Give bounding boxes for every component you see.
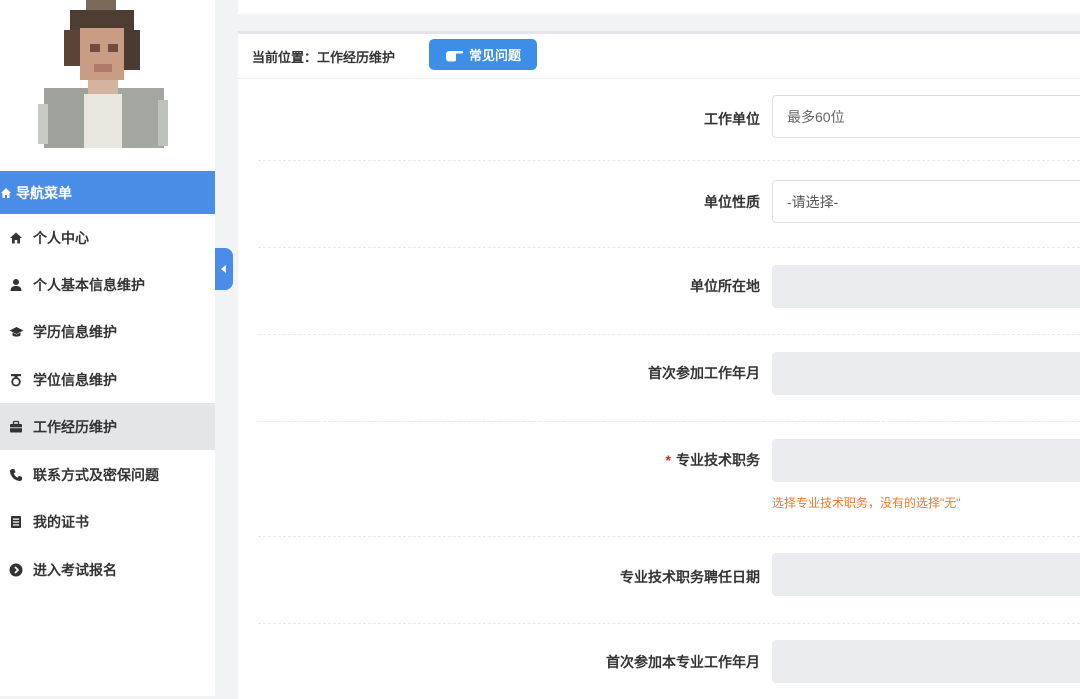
nav-menu-title: 导航菜单 bbox=[16, 184, 72, 201]
form-row-title-appointment-date: 专业技术职务聘任日期 bbox=[258, 537, 1080, 624]
medal-icon bbox=[8, 372, 24, 388]
sidebar-item-education[interactable]: 学历信息维护 bbox=[0, 308, 215, 355]
sidebar-item-label: 我的证书 bbox=[33, 513, 89, 530]
sidebar-item-certificates[interactable]: 我的证书 bbox=[0, 498, 215, 545]
sidebar-item-exam-registration[interactable]: 进入考试报名 bbox=[0, 546, 215, 593]
form-row-professional-title: * 专业技术职务 选择专业技术职务，没有的选择"无" bbox=[258, 422, 1080, 537]
arrow-circle-icon bbox=[8, 562, 24, 578]
sidebar-item-label: 工作经历维护 bbox=[33, 418, 117, 435]
professional-title-hint: 选择专业技术职务，没有的选择"无" bbox=[772, 496, 961, 510]
professional-title-field[interactable] bbox=[772, 439, 1080, 482]
sidebar-item-label: 联系方式及密保问题 bbox=[33, 466, 159, 483]
faq-button[interactable]: 常见问题 bbox=[429, 39, 537, 70]
title-appointment-date-field[interactable] bbox=[772, 553, 1080, 596]
sidebar-collapse-button[interactable] bbox=[215, 248, 233, 290]
form-row-first-work-date: 首次参加工作年月 bbox=[258, 335, 1080, 422]
form-row-employer-location: 单位所在地 bbox=[258, 248, 1080, 335]
first-work-date-label: 首次参加工作年月 bbox=[648, 365, 760, 381]
breadcrumb-text: 当前位置：工作经历维护 bbox=[252, 50, 396, 65]
sidebar-item-label: 学位信息维护 bbox=[33, 371, 117, 388]
required-asterisk: * bbox=[665, 452, 671, 468]
form-row-employer-type: 单位性质 -请选择- bbox=[258, 161, 1080, 248]
home-icon bbox=[8, 230, 24, 246]
briefcase-icon bbox=[8, 419, 24, 435]
home-icon bbox=[0, 187, 12, 199]
nav-menu-header: 导航菜单 bbox=[0, 171, 215, 214]
sidebar-item-personal-center[interactable]: 个人中心 bbox=[0, 214, 215, 261]
certificate-icon bbox=[8, 514, 24, 530]
first-specialty-work-date-field[interactable] bbox=[772, 640, 1080, 683]
form-row-first-specialty-work-date: 首次参加本专业工作年月 bbox=[258, 624, 1080, 699]
sidebar-item-label: 学历信息维护 bbox=[33, 323, 117, 340]
user-icon bbox=[8, 277, 24, 293]
avatar bbox=[38, 0, 170, 150]
professional-title-label: * 专业技术职务 bbox=[665, 452, 760, 468]
breadcrumb: 当前位置：工作经历维护 常见问题 bbox=[238, 34, 1080, 79]
sidebar: 导航菜单 个人中心 个人基本信息维护 学历信息维护 学位信息维护 工作经历维护 bbox=[0, 0, 215, 696]
title-appointment-date-label: 专业技术职务聘任日期 bbox=[620, 569, 760, 585]
employer-type-label: 单位性质 bbox=[704, 194, 760, 210]
sidebar-item-label: 个人基本信息维护 bbox=[33, 276, 145, 293]
sidebar-item-label: 进入考试报名 bbox=[33, 561, 117, 578]
graduation-cap-icon bbox=[8, 324, 24, 340]
phone-icon bbox=[8, 467, 24, 483]
employer-type-select[interactable]: -请选择- bbox=[772, 180, 1080, 223]
employer-type-selected: -请选择- bbox=[787, 193, 839, 210]
sidebar-item-work-history[interactable]: 工作经历维护 bbox=[0, 403, 215, 450]
main-content: 当前位置：工作经历维护 常见问题 工作单位 单位性质 -请选择- 单位所在地 首… bbox=[238, 31, 1080, 699]
sidebar-item-basic-info[interactable]: 个人基本信息维护 bbox=[0, 261, 215, 308]
employer-label: 工作单位 bbox=[704, 111, 760, 127]
form-row-employer: 工作单位 bbox=[258, 79, 1080, 161]
employer-location-field[interactable] bbox=[772, 265, 1080, 308]
employer-input[interactable] bbox=[772, 95, 1080, 138]
first-work-date-field[interactable] bbox=[772, 352, 1080, 395]
top-panel bbox=[238, 0, 1080, 14]
pointing-hand-icon bbox=[445, 48, 465, 62]
first-specialty-work-date-label: 首次参加本专业工作年月 bbox=[606, 654, 760, 670]
chevron-left-icon bbox=[221, 260, 227, 278]
faq-label: 常见问题 bbox=[468, 48, 521, 63]
sidebar-item-degree[interactable]: 学位信息维护 bbox=[0, 356, 215, 403]
sidebar-item-contact-security[interactable]: 联系方式及密保问题 bbox=[0, 451, 215, 498]
sidebar-item-label: 个人中心 bbox=[33, 229, 89, 246]
employer-location-label: 单位所在地 bbox=[690, 278, 760, 294]
